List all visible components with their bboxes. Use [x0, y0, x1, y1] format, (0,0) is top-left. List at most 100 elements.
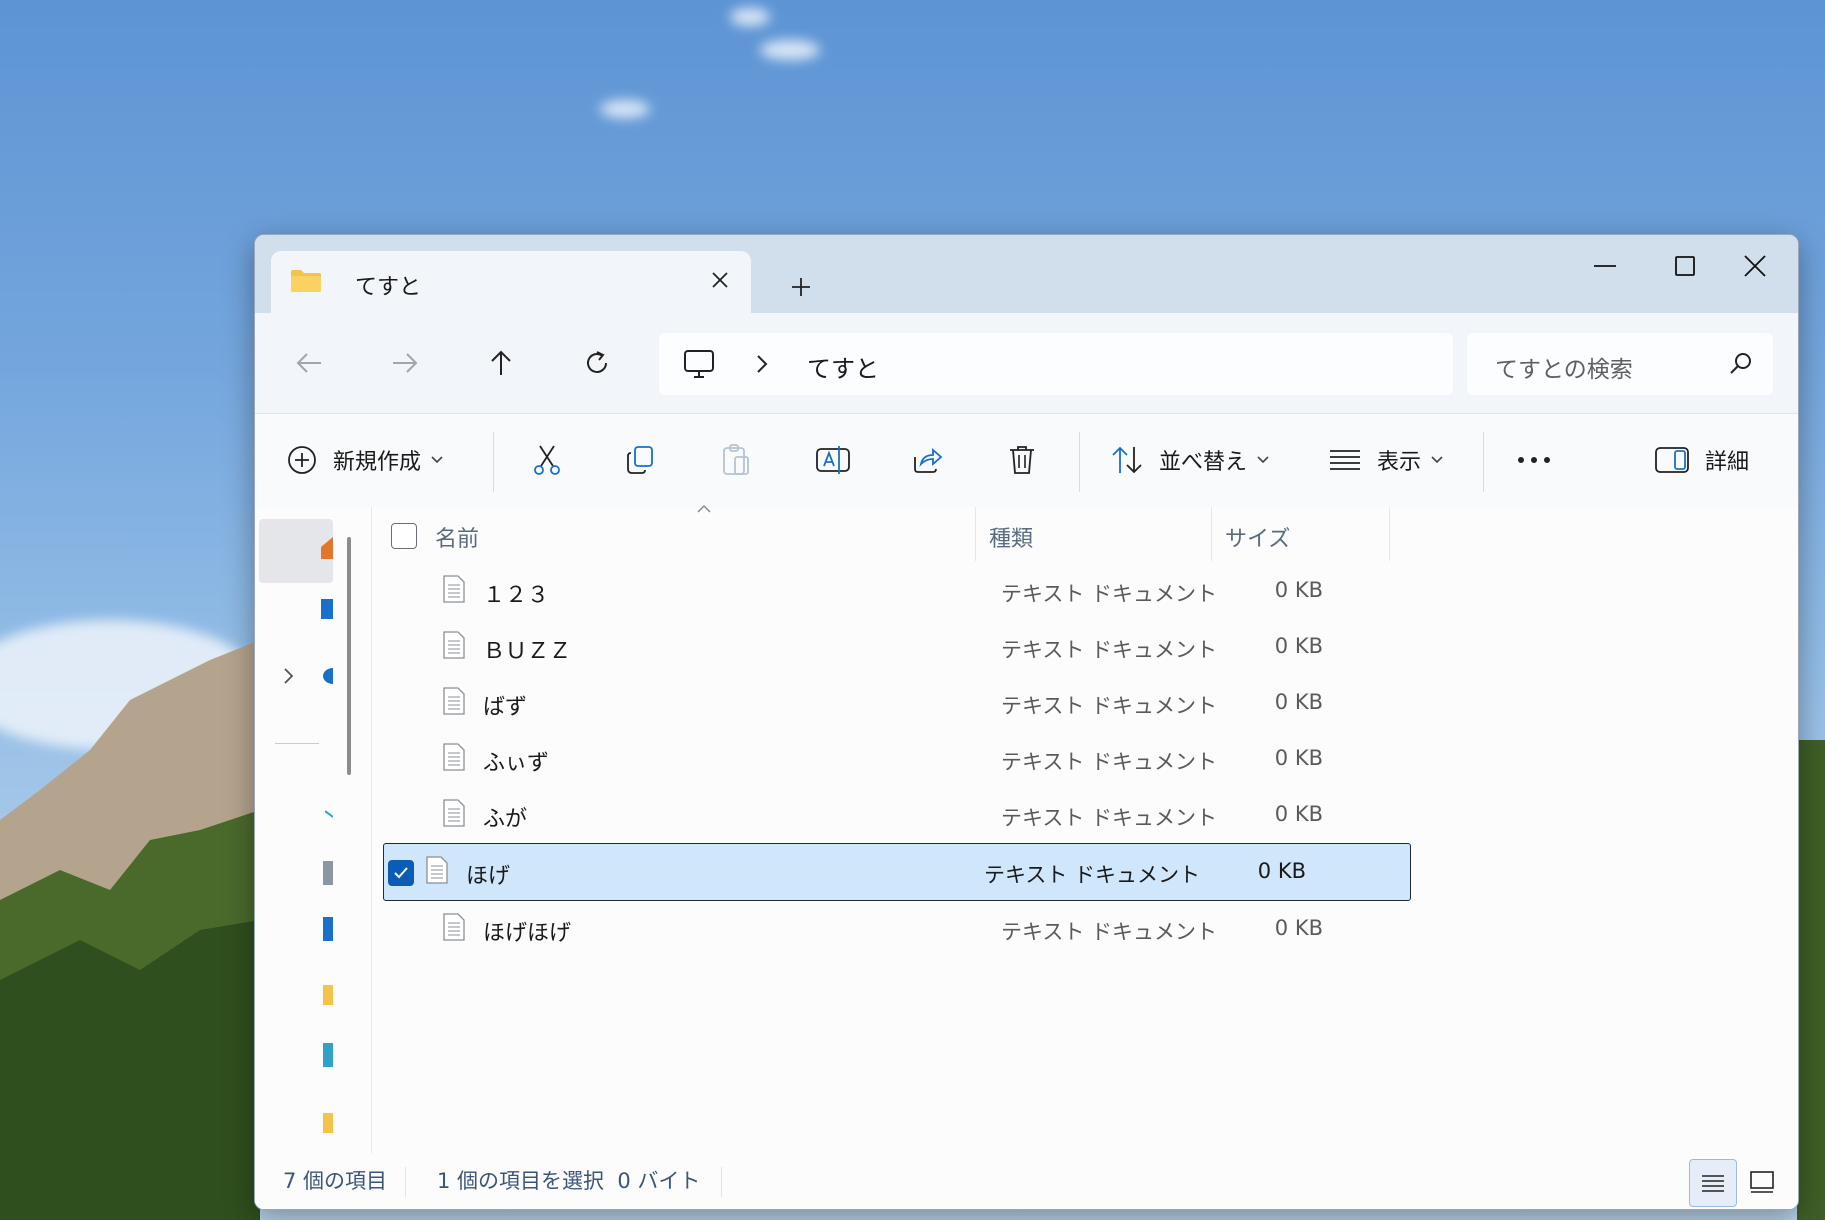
- copy-icon: [627, 446, 653, 474]
- home-icon: [321, 537, 333, 559]
- file-row[interactable]: ばず テキスト ドキュメント 0 KB: [403, 675, 1433, 731]
- refresh-button[interactable]: [569, 335, 625, 391]
- address-bar[interactable]: てすと: [659, 333, 1453, 395]
- close-tab-button[interactable]: [705, 265, 735, 295]
- copy-button[interactable]: [625, 432, 655, 488]
- desktop-icon: [325, 810, 333, 818]
- chevron-down-icon: [1431, 456, 1443, 464]
- file-row[interactable]: ほげほげ テキスト ドキュメント 0 KB: [403, 901, 1433, 957]
- selection-info: 1 個の項目を選択 0 バイト: [437, 1169, 701, 1193]
- file-type: テキスト ドキュメント: [984, 863, 1201, 887]
- share-icon: [914, 448, 943, 473]
- row-checkbox[interactable]: [385, 691, 409, 715]
- sort-ascending-icon: [697, 505, 711, 513]
- row-checkbox[interactable]: [385, 917, 409, 941]
- column-header-row: 名前 種類 サイズ: [385, 505, 1705, 563]
- column-header-type[interactable]: 種類: [989, 521, 1033, 553]
- new-button[interactable]: 新規作成: [287, 432, 443, 488]
- text-file-icon: [443, 631, 465, 663]
- file-size: 0 KB: [1274, 690, 1323, 714]
- nav-divider: [275, 743, 319, 744]
- column-header-name[interactable]: 名前: [435, 521, 479, 553]
- file-name: ＢＵＺＺ: [483, 639, 572, 664]
- text-file-icon: [443, 913, 465, 945]
- plus-icon: [792, 278, 810, 296]
- file-size: 0 KB: [1257, 859, 1306, 883]
- text-file-icon: [426, 856, 448, 888]
- cut-button[interactable]: [531, 432, 563, 488]
- row-checkbox[interactable]: [388, 860, 414, 886]
- search-box[interactable]: てすとの検索: [1467, 333, 1773, 395]
- up-button[interactable]: [473, 335, 529, 391]
- select-all-checkbox[interactable]: [391, 523, 417, 549]
- delete-button[interactable]: [1007, 432, 1037, 488]
- chevron-right-icon: [757, 355, 768, 373]
- details-view-icon: [1702, 1175, 1724, 1192]
- file-size: 0 KB: [1274, 578, 1323, 602]
- minimize-button[interactable]: [1565, 241, 1645, 291]
- tab-current[interactable]: てすと: [271, 251, 751, 313]
- file-row[interactable]: ふぃず テキスト ドキュメント 0 KB: [403, 731, 1433, 787]
- address-segment[interactable]: てすと: [807, 349, 879, 384]
- cloud: [730, 8, 770, 26]
- title-bar: てすと: [255, 235, 1798, 313]
- rename-button[interactable]: [815, 432, 851, 488]
- maximize-button[interactable]: [1645, 241, 1725, 291]
- share-button[interactable]: [911, 432, 943, 488]
- file-name: ほげ: [466, 864, 511, 889]
- list-view-icon: [1330, 450, 1360, 470]
- command-bar: 新規作成 並べ替え 表示 詳細: [255, 413, 1798, 509]
- tiles-view-button[interactable]: [1739, 1159, 1785, 1205]
- file-row[interactable]: ほげ テキスト ドキュメント 0 KB: [383, 843, 1411, 901]
- gallery-icon: [321, 599, 333, 619]
- documents-icon: [323, 861, 333, 885]
- column-separator[interactable]: [1389, 507, 1390, 561]
- new-button-label: 新規作成: [333, 450, 422, 475]
- back-button[interactable]: [281, 335, 337, 391]
- file-type: テキスト ドキュメント: [1001, 920, 1218, 944]
- details-view-button[interactable]: [1689, 1159, 1737, 1207]
- file-type: テキスト ドキュメント: [1001, 806, 1218, 830]
- row-checkbox[interactable]: [385, 635, 409, 659]
- new-tab-button[interactable]: [781, 267, 821, 307]
- file-size: 0 KB: [1274, 634, 1323, 658]
- scissors-icon: [534, 445, 560, 475]
- paste-button[interactable]: [721, 432, 751, 488]
- row-checkbox[interactable]: [385, 579, 409, 603]
- refresh-icon: [587, 351, 607, 373]
- forward-button[interactable]: [377, 335, 433, 391]
- trash-icon: [1010, 446, 1034, 474]
- view-button[interactable]: 表示: [1329, 432, 1443, 488]
- search-input[interactable]: てすとの検索: [1495, 350, 1633, 384]
- downloads-icon: [323, 917, 333, 941]
- status-separator: [721, 1167, 722, 1197]
- file-row[interactable]: ＢＵＺＺ テキスト ドキュメント 0 KB: [403, 619, 1433, 675]
- nav-scrollbar[interactable]: [347, 537, 351, 775]
- row-checkbox[interactable]: [385, 803, 409, 827]
- folder-icon: [291, 270, 321, 292]
- chevron-right-icon[interactable]: [283, 667, 295, 685]
- more-button[interactable]: [1517, 432, 1551, 488]
- text-file-icon: [443, 799, 465, 831]
- minimize-icon: [1594, 265, 1616, 267]
- details-pane-button[interactable]: 詳細: [1655, 432, 1749, 488]
- sort-button[interactable]: 並べ替え: [1111, 432, 1269, 488]
- chevron-down-icon: [431, 456, 443, 464]
- maximize-icon: [1675, 256, 1695, 276]
- file-row[interactable]: ふが テキスト ドキュメント 0 KB: [403, 787, 1433, 843]
- column-header-size[interactable]: サイズ: [1225, 521, 1290, 553]
- cloud: [760, 40, 820, 60]
- row-checkbox[interactable]: [385, 747, 409, 771]
- column-separator[interactable]: [975, 507, 976, 561]
- item-count: 7 個の項目: [283, 1169, 388, 1193]
- close-window-button[interactable]: [1715, 241, 1795, 291]
- text-file-icon: [443, 743, 465, 775]
- file-name: ほげほげ: [483, 921, 572, 946]
- details-pane-label: 詳細: [1705, 450, 1750, 475]
- explorer-window: てすと てすと てすとの検索 新規作成 並べ替え 表示 詳細 名前 種類 サイズ…: [254, 234, 1799, 1210]
- column-separator[interactable]: [1211, 507, 1212, 561]
- view-button-label: 表示: [1377, 450, 1422, 475]
- file-type: テキスト ドキュメント: [1001, 750, 1218, 774]
- sort-icon: [1112, 446, 1142, 474]
- file-row[interactable]: １２３ テキスト ドキュメント 0 KB: [403, 563, 1433, 619]
